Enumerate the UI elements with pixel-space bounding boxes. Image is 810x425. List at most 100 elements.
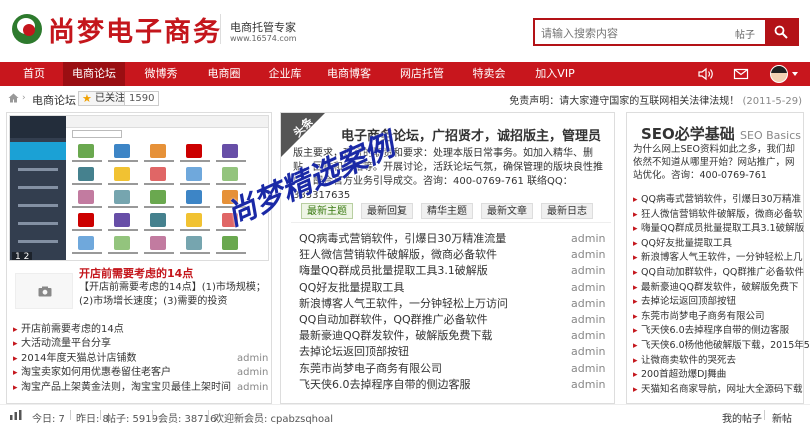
thread-row[interactable]: 去掉论坛返回顶部按钮 admin xyxy=(299,344,605,360)
list-item-title[interactable]: 2014年度天猫总计店铺数 xyxy=(21,352,136,366)
list-item-title[interactable]: 开店前需要考虑的14点 xyxy=(21,323,124,337)
mail-icon[interactable] xyxy=(733,67,749,81)
list-item-title[interactable]: 大活动流量平台分享 xyxy=(21,337,111,351)
list-item-title[interactable]: 淘宝卖家如何用优惠卷留住老客户 xyxy=(21,366,171,380)
list-item-author[interactable]: admin xyxy=(571,231,605,247)
list-item-title[interactable]: 新浪博客人气王软件，一分钟轻松上几 xyxy=(641,251,803,265)
thread-row[interactable]: QQ病毒式营销软件，引爆日30万精准流量 admin xyxy=(299,231,605,247)
list-item-author[interactable]: admin xyxy=(571,296,605,312)
nav-join-vip[interactable]: 加入VIP xyxy=(524,62,586,86)
search-input[interactable] xyxy=(541,24,716,42)
stat-newest-member[interactable]: 欢迎新会员: cpabzsqhoal xyxy=(214,410,333,425)
slide-pager[interactable]: 1 2 xyxy=(12,252,33,260)
nav-weibo-show[interactable]: 微博秀 xyxy=(134,62,188,86)
list-item-author[interactable]: admin xyxy=(237,366,268,380)
list-item-title[interactable]: 东莞市尚梦电子商务有限公司 xyxy=(641,310,765,324)
list-item-title[interactable]: 新浪博客人气王软件，一分钟轻松上万访问 xyxy=(299,296,508,312)
list-item-title[interactable]: 让微商卖软件的哭死去 xyxy=(641,354,736,368)
nav-home[interactable]: 首页 xyxy=(14,62,54,86)
breadcrumb-forum-link[interactable]: 电商论坛 xyxy=(32,92,76,108)
list-item-title[interactable]: 飞天侠6.0去掉程序自带的侧边客服 xyxy=(299,377,471,393)
list-item-title[interactable]: 淘宝产品上架黄金法则，淘宝宝贝最佳上架时间 xyxy=(21,381,231,395)
my-posts-link[interactable]: 我的帖子 xyxy=(722,410,762,425)
list-item-title[interactable]: 飞天侠6.0去掉程序自带的侧边客服 xyxy=(641,324,789,338)
seo-list-item[interactable]: ▸ 飞天侠6.0去掉程序自带的侧边客服 xyxy=(633,324,801,339)
new-posts-link[interactable]: 新帖 xyxy=(772,410,792,425)
thread-row[interactable]: 飞天侠6.0去掉程序自带的侧边客服 admin xyxy=(299,377,605,393)
thread-row[interactable]: 狂人微信营销软件破解版，微商必备软件 admin xyxy=(299,247,605,263)
list-item-title[interactable]: QQ病毒式营销软件，引爆日30万精准流量 xyxy=(299,231,506,247)
seo-list-item[interactable]: ▸ QQ好友批量提取工具 xyxy=(633,237,801,252)
left-list-item[interactable]: ▸ 开店前需要考虑的14点 xyxy=(13,323,265,337)
nav-blog[interactable]: 电商博客 xyxy=(318,62,380,86)
nav-store-hosting[interactable]: 网店托管 xyxy=(390,62,454,86)
list-item-title[interactable]: QQ病毒式营销软件，引爆日30万精准 xyxy=(641,193,801,207)
follow-button[interactable]: ★ 已关注 xyxy=(78,91,130,106)
seo-list-item[interactable]: ▸ 200首超劲爆DJ舞曲 xyxy=(633,368,801,383)
volume-icon[interactable] xyxy=(698,67,714,81)
nav-forum[interactable]: 电商论坛 xyxy=(63,62,125,86)
list-item-title[interactable]: QQ好友批量提取工具 xyxy=(299,280,404,296)
seo-list-item[interactable]: ▸ 狂人微信营销软件破解版，微商必备软 xyxy=(633,208,803,223)
featured-slide-image[interactable]: 1 2 xyxy=(9,115,269,261)
seo-list-item[interactable]: ▸ 让微商卖软件的哭死去 xyxy=(633,354,801,369)
seo-list-item[interactable]: ▸ 最新豪迪QQ群发软件，破解版免费下 xyxy=(633,281,801,296)
seo-list-item[interactable]: ▸ QQ病毒式营销软件，引爆日30万精准 xyxy=(633,193,801,208)
list-item-title[interactable]: QQ自动加群软件，QQ群推广必备软件 xyxy=(641,266,804,280)
tab-latest-replies[interactable]: 最新回复 xyxy=(361,203,413,219)
list-item-author[interactable]: admin xyxy=(237,352,268,366)
list-item-title[interactable]: 狂人微信营销软件破解版，微商必备软件 xyxy=(299,247,497,263)
headline-title[interactable]: 电子商务论坛，广招贤才，诚招版主，管理员 xyxy=(341,125,601,144)
featured-thumbnail[interactable] xyxy=(15,273,73,309)
tab-latest-articles[interactable]: 最新文章 xyxy=(481,203,533,219)
list-item-title[interactable]: 东莞市尚梦电子商务有限公司 xyxy=(299,361,442,377)
list-item-title[interactable]: 飞天侠6.0杨他他破解版下载，2015年5 xyxy=(641,339,810,353)
list-item-author[interactable]: admin xyxy=(571,344,605,360)
seo-list-item[interactable]: ▸ 飞天侠6.0杨他他破解版下载，2015年5 xyxy=(633,339,810,354)
left-list-item[interactable]: ▸ 2014年度天猫总计店铺数 admin xyxy=(13,352,268,366)
list-item-author[interactable]: admin xyxy=(571,247,605,263)
seo-list-item[interactable]: ▸ QQ自动加群软件，QQ群推广必备软件 xyxy=(633,266,804,281)
home-icon[interactable] xyxy=(8,93,19,103)
tab-latest-threads[interactable]: 最新主题 xyxy=(301,203,353,219)
left-list-item[interactable]: ▸ 大活动流量平台分享 xyxy=(13,337,265,351)
thread-row[interactable]: 嗨量QQ群成员批量提取工具3.1破解版 admin xyxy=(299,263,605,279)
thread-row[interactable]: QQ好友批量提取工具 admin xyxy=(299,280,605,296)
nav-company-library[interactable]: 企业库 xyxy=(260,62,310,86)
disclaimer-notice[interactable]: 免责声明：请大家遵守国家的互联网相关法律法规！ (2011-5-29) xyxy=(509,92,802,107)
logo-icon[interactable] xyxy=(12,14,42,44)
tab-digest-threads[interactable]: 精华主题 xyxy=(421,203,473,219)
tab-latest-logs[interactable]: 最新日志 xyxy=(541,203,593,219)
list-item-title[interactable]: 去掉论坛返回顶部按钮 xyxy=(299,344,409,360)
list-item-author[interactable]: admin xyxy=(571,361,605,377)
thread-row[interactable]: QQ自动加群软件，QQ群推广必备软件 admin xyxy=(299,312,605,328)
seo-list-item[interactable]: ▸ 去掉论坛返回顶部按钮 xyxy=(633,295,801,310)
nav-ecommerce-circle[interactable]: 电商圈 xyxy=(197,62,251,86)
list-item-title[interactable]: 嗨量QQ群成员批量提取工具3.1破解版 xyxy=(299,263,488,279)
list-item-author[interactable]: admin xyxy=(571,280,605,296)
list-item-title[interactable]: 狂人微信营销软件破解版，微商必备软 xyxy=(641,208,803,222)
chevron-down-icon[interactable] xyxy=(792,72,798,76)
nav-sale[interactable]: 特卖会 xyxy=(462,62,516,86)
list-item-title[interactable]: 天猫知名商家导航，网址大全源码下载 xyxy=(641,383,803,397)
search-scope-select[interactable]: 帖子 xyxy=(735,26,755,41)
seo-list-item[interactable]: ▸ 新浪博客人气王软件，一分钟轻松上几 xyxy=(633,251,803,266)
thread-row[interactable]: 东莞市尚梦电子商务有限公司 admin xyxy=(299,361,605,377)
list-item-author[interactable]: admin xyxy=(571,328,605,344)
left-list-item[interactable]: ▸ 淘宝卖家如何用优惠卷留住老客户 admin xyxy=(13,366,268,380)
site-logo-text[interactable]: 尚梦电子商务 xyxy=(48,10,222,49)
seo-list-item[interactable]: ▸ 嗨量QQ群成员批量提取工具3.1破解版 xyxy=(633,222,804,237)
list-item-author[interactable]: admin xyxy=(571,263,605,279)
featured-title[interactable]: 开店前需要考虑的14点 xyxy=(79,265,193,281)
user-avatar[interactable] xyxy=(770,65,788,83)
list-item-title[interactable]: QQ自动加群软件，QQ群推广必备软件 xyxy=(299,312,488,328)
list-item-author[interactable]: admin xyxy=(571,312,605,328)
seo-list-item[interactable]: ▸ 东莞市尚梦电子商务有限公司 xyxy=(633,310,801,325)
list-item-title[interactable]: QQ好友批量提取工具 xyxy=(641,237,732,251)
left-list-item[interactable]: ▸ 淘宝产品上架黄金法则，淘宝宝贝最佳上架时间 admin xyxy=(13,381,268,395)
seo-panel-title[interactable]: SEO必学基础 SEO Basics xyxy=(641,123,801,144)
list-item-title[interactable]: 去掉论坛返回顶部按钮 xyxy=(641,295,736,309)
list-item-title[interactable]: 嗨量QQ群成员批量提取工具3.1破解版 xyxy=(641,222,804,236)
list-item-author[interactable]: admin xyxy=(571,377,605,393)
thread-row[interactable]: 最新豪迪QQ群发软件，破解版免费下载 admin xyxy=(299,328,605,344)
